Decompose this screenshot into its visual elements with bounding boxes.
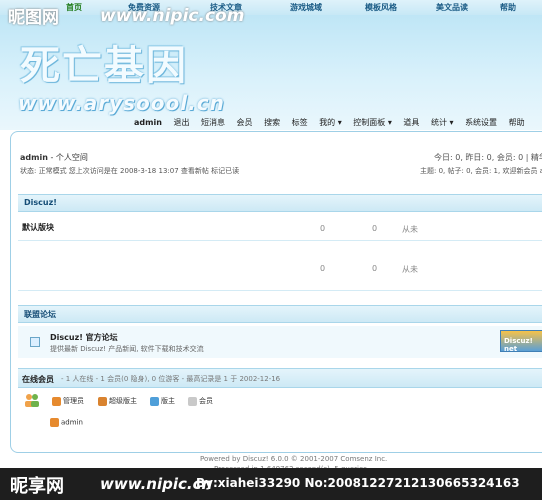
online-info: - 1 人在线 - 1 会员(0 隐身), 0 位游客 - 最高记录是 1 于 … — [61, 375, 281, 383]
stats-totals: 主题: 0, 帖子: 0, 会员: 1, 欢迎新会员 admin — [420, 167, 542, 175]
online-user[interactable]: admin — [50, 418, 83, 427]
legend-moderator: 版主 — [150, 396, 175, 406]
forum-last-post: 从未 — [402, 225, 418, 234]
stats-today: 今日: 0, 昨日: 0, 会员: 0 | 精华区 — [434, 153, 542, 162]
legend-admin: 管理员 — [52, 396, 84, 406]
watermark-bottom-id: By:xiahei33290 No:2008122721213066532416… — [196, 476, 520, 490]
info-username[interactable]: admin — [20, 153, 48, 162]
online-title: 在线会员 — [22, 375, 54, 384]
user-nav-search[interactable]: 搜索 — [264, 118, 280, 127]
watermark-url: www.nipic.com — [100, 6, 245, 26]
link-forum-name[interactable]: Discuz! 官方论坛 — [50, 332, 118, 343]
admin-icon — [50, 418, 59, 427]
discuz-banner[interactable]: Discuz! net — [500, 330, 542, 353]
nav-templates[interactable]: 模板风格 — [365, 2, 397, 13]
forum-name[interactable]: 默认版块 — [22, 222, 54, 233]
link-forum-desc: 提供最新 Discuz! 产品新闻, 软件下载和技术交流 — [50, 345, 204, 353]
row-divider — [18, 240, 542, 241]
user-nav-username[interactable]: admin — [134, 118, 162, 127]
footer-powered: Powered by Discuz! 6.0.0 © 2001-2007 Com… — [200, 455, 388, 463]
status-line: 状态: 正常模式 您上次访问是在 2008-3-18 13:07 查看新帖 标记… — [20, 167, 240, 175]
user-nav-settings[interactable]: 系统设置 — [465, 118, 497, 127]
section-header-discuz[interactable]: Discuz! — [18, 194, 542, 212]
banner-text: Discuz! net — [504, 337, 533, 353]
watermark-bottom-logo: 昵享网 — [10, 476, 64, 497]
site-logo[interactable]: 死亡基因 — [20, 33, 188, 91]
super-moderator-icon — [98, 396, 107, 406]
user-info: admin - 个人空间 — [20, 152, 88, 163]
user-nav-items[interactable]: 道具 — [403, 118, 419, 127]
forum-posts: 0 — [372, 224, 378, 233]
user-nav-stats[interactable]: 统计 ▾ — [431, 118, 454, 127]
section-header-links[interactable]: 联盟论坛 — [18, 305, 542, 323]
nav-help[interactable]: 帮助 — [500, 2, 516, 13]
section-title: 联盟论坛 — [24, 310, 56, 319]
moderator-icon — [150, 396, 159, 406]
forum-posts: 0 — [372, 264, 378, 273]
user-nav-control-panel[interactable]: 控制面板 ▾ — [353, 118, 392, 127]
user-nav-members[interactable]: 会员 — [237, 118, 253, 127]
user-nav: admin 退出 短消息 会员 搜索 标签 我的 ▾ 控制面板 ▾ 道具 统计 … — [134, 117, 534, 129]
legend-super-moderator: 超级版主 — [98, 396, 137, 406]
site-header: 死亡基因 www.arysoool.cn — [0, 15, 542, 130]
section-title: Discuz! — [24, 198, 57, 207]
nav-essays[interactable]: 美文品读 — [436, 2, 468, 13]
main-frame — [10, 131, 542, 453]
site-logo-url: www.arysoool.cn — [18, 91, 225, 115]
user-nav-help[interactable]: 帮助 — [509, 118, 525, 127]
forum-last-post: 从未 — [402, 265, 418, 274]
forum-threads: 0 — [320, 264, 326, 273]
member-icon — [188, 396, 197, 406]
user-nav-my[interactable]: 我的 ▾ — [319, 118, 342, 127]
online-users-icon — [25, 394, 39, 407]
admin-icon — [52, 396, 61, 406]
row-divider — [18, 290, 542, 291]
user-nav-tags[interactable]: 标签 — [292, 118, 308, 127]
nav-games[interactable]: 游戏城域 — [290, 2, 322, 13]
top-nav: 首页 免费资源 技术文章 游戏城域 模板风格 美文品读 帮助 — [0, 0, 542, 16]
legend-member: 会员 — [188, 396, 213, 406]
user-nav-logout[interactable]: 退出 — [173, 118, 189, 127]
watermark-logo: 昵图网 — [8, 8, 59, 28]
space-link[interactable]: - 个人空间 — [50, 153, 87, 162]
forum-threads: 0 — [320, 224, 326, 233]
link-forum-icon — [30, 337, 40, 347]
nav-home[interactable]: 首页 — [66, 2, 82, 13]
user-nav-messages[interactable]: 短消息 — [201, 118, 225, 127]
